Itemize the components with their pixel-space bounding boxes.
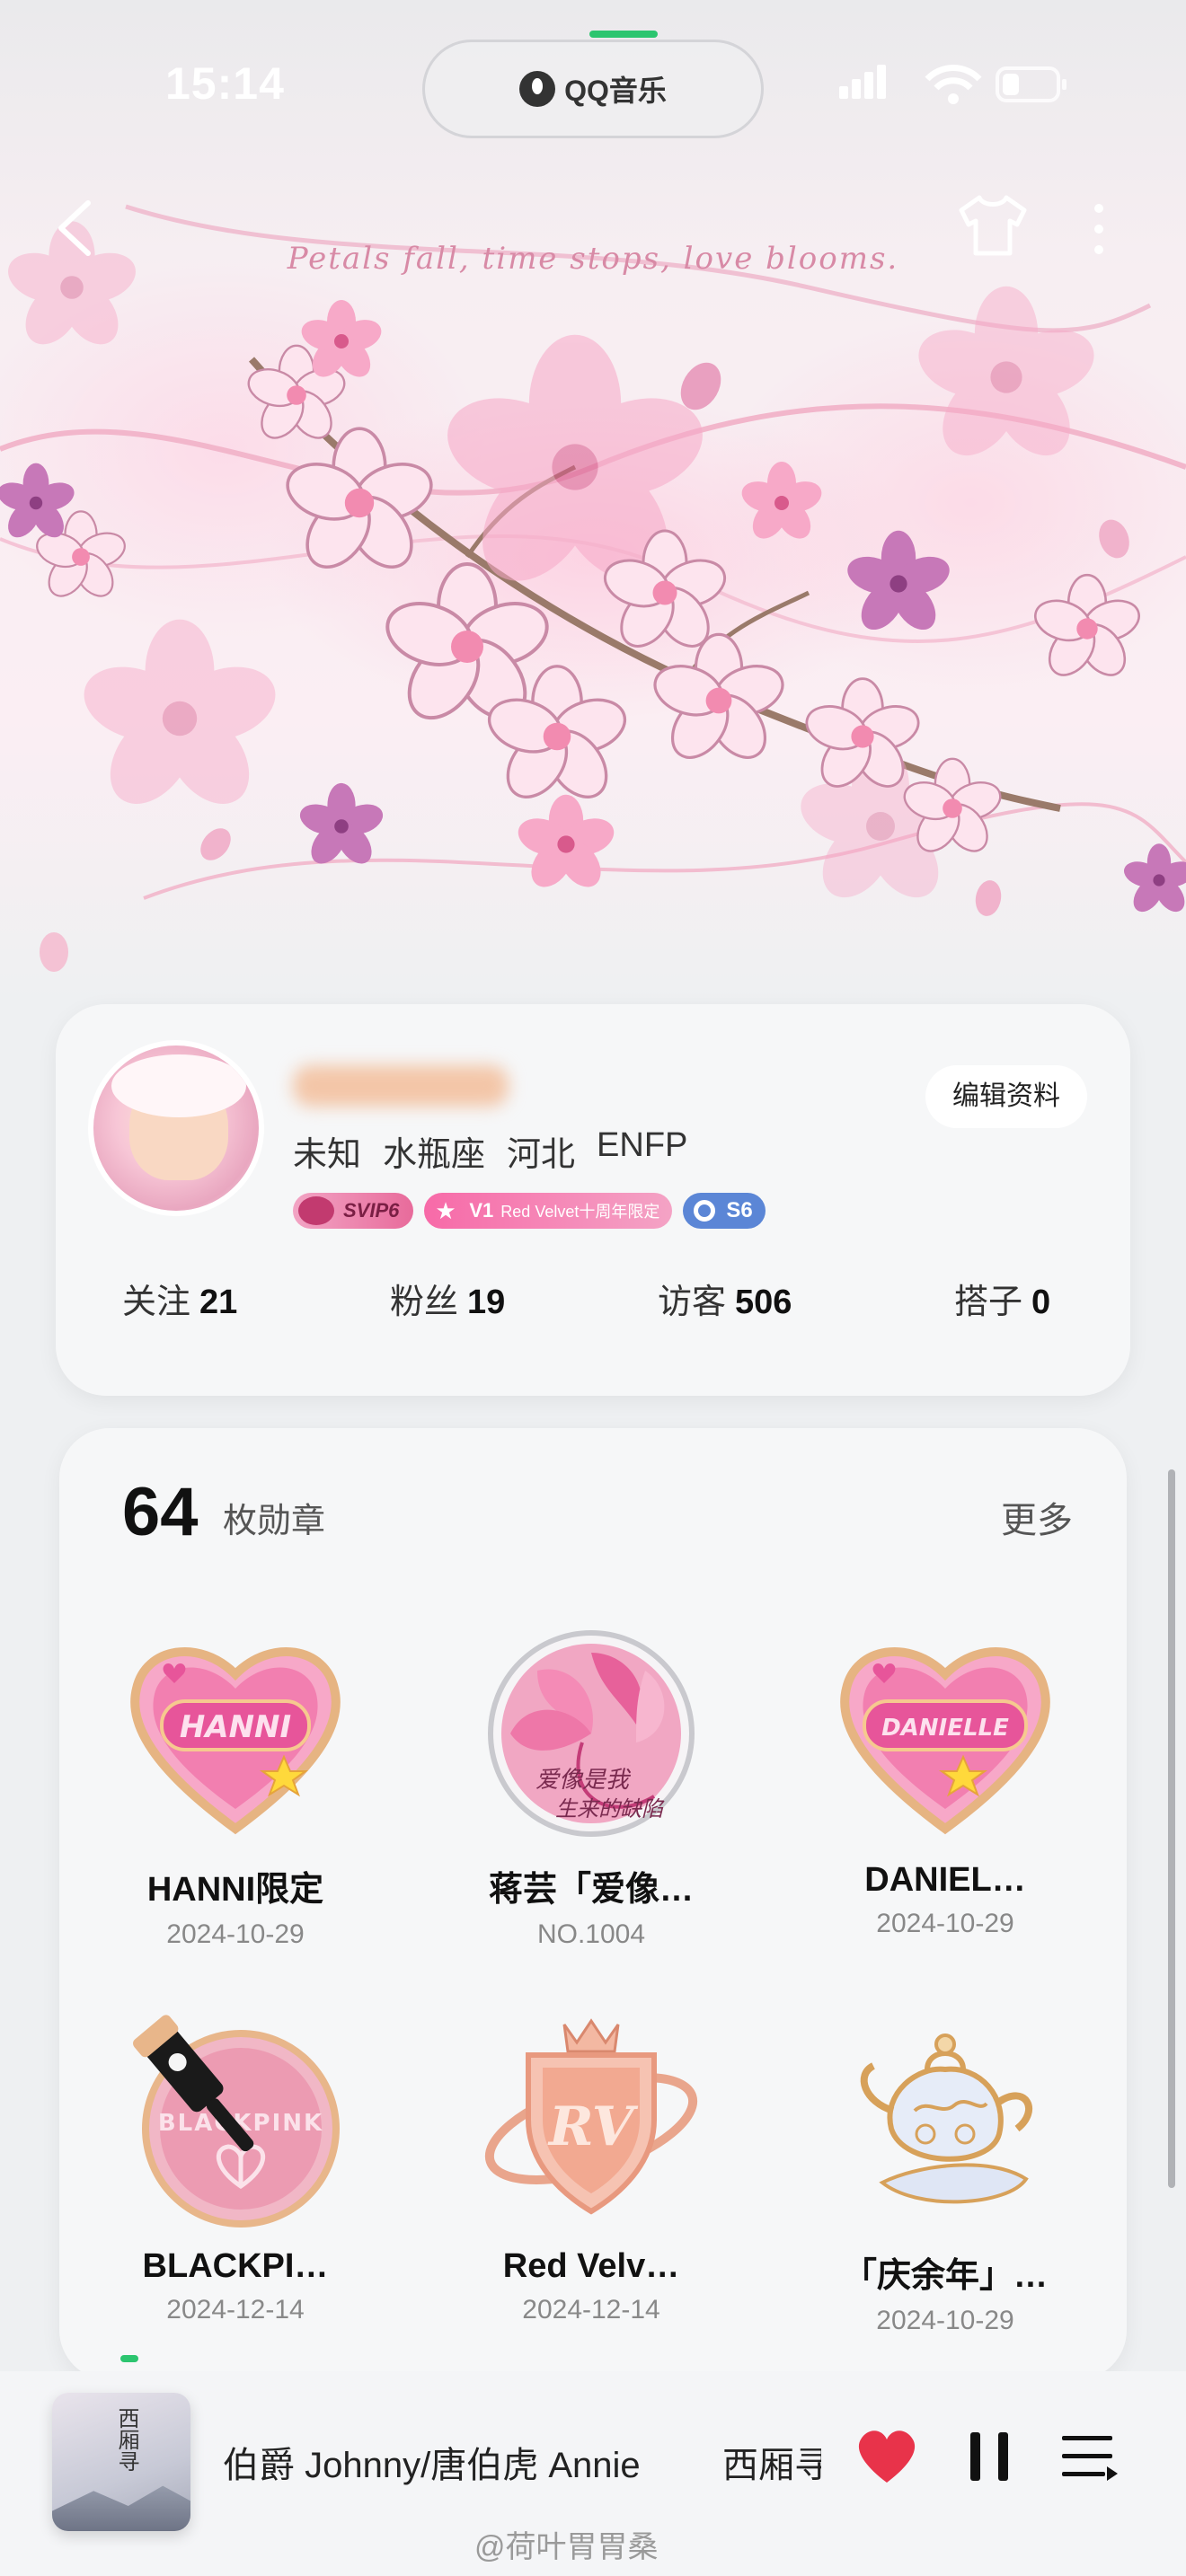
medal-card: 64 枚勋章 更多 HANNI HANNI限定 2024-10-29 爱像是我 … [59,1428,1127,2380]
danielle-heart-badge-icon: DANIELLE [840,1647,1050,1835]
fan-level-badge[interactable]: V1 Red Velvet十周年限定 [424,1193,673,1229]
medal-name: Red Velv… [502,2247,680,2285]
medal-count: 64 [122,1474,199,1550]
like-heart-icon[interactable] [855,2427,918,2486]
tag-zodiac: 水瓶座 [383,1136,486,1174]
theme-shirt-icon[interactable] [958,194,1028,257]
status-bar: 15:14 QQ音乐 [0,0,1186,180]
page-scrollbar[interactable] [1168,1469,1175,2188]
medal-date: 2024-10-29 [876,1909,1014,1938]
stat-visitors[interactable]: 访客 506 [658,1274,792,1323]
medals-more-link[interactable]: 更多 [1001,1491,1073,1543]
teapot-badge-icon [860,2033,1033,2204]
medal-date: 2024-10-29 [876,2306,1014,2335]
svg-text:HANNI: HANNI [180,1709,291,1745]
back-chevron-icon[interactable] [52,198,95,259]
tag-gender: 未知 [293,1136,362,1174]
profile-tags: 未知 水瓶座 河北 ENFP [293,1126,687,1176]
island-label: QQ音乐 [564,75,667,107]
medal-name: BLACKPI… [142,2247,329,2285]
tag-region: 河北 [507,1136,576,1174]
pause-icon[interactable] [969,2430,1010,2483]
stat-value: 0 [1031,1284,1051,1321]
stat-fans[interactable]: 粉丝 19 [390,1274,505,1323]
status-time: 15:14 [165,58,285,109]
system-status-icons [839,65,1067,104]
edit-profile-button[interactable]: 编辑资料 [925,1065,1087,1128]
fan-level-text: Red Velvet十周年限定 [500,1203,660,1221]
album-art-title: 西厢寻 [114,2407,139,2472]
svg-text:DANIELLE: DANIELLE [881,1715,1009,1742]
medal-name: HANNI限定 [146,1871,324,1909]
player-progress-indicator [120,2355,138,2362]
blackpink-badge-icon: BLACKPINK [133,2015,340,2228]
stat-label: 访客 [658,1284,727,1321]
more-vertical-icon[interactable] [1083,199,1115,259]
fan-level-value: V1 [469,1199,494,1222]
song-title-text: 西厢寻 [722,2446,821,2485]
username-blurred [293,1065,509,1107]
svg-text:爱像是我: 爱像是我 [535,1767,632,1794]
stat-label: 搭子 [954,1284,1023,1321]
weibo-watermark: @荷叶胃胃桑 [474,2530,659,2564]
medal-name: 「庆余年」… [842,2257,1048,2295]
profile-card: 编辑资料 未知 水瓶座 河北 ENFP SVIP6 V1 Red Velvet十周… [56,1004,1130,1396]
tag-mbti: ENFP [597,1126,688,1164]
medal-item[interactable]: HANNI HANNI限定 2024-10-29 [101,1617,370,1950]
medal-item[interactable]: 爱像是我 生来的缺陷 蒋芸「爱像… NO.1004 [456,1617,726,1950]
svg-text:生来的缺陷: 生来的缺陷 [555,1796,665,1822]
medal-date: 2024-12-14 [166,2295,305,2325]
hanni-heart-badge-icon: HANNI [130,1647,341,1835]
medal-item[interactable]: BLACKPINK BLACKPI… 2024-12-14 [101,2003,370,2325]
song-artist-text: 伯爵 Johnny/唐伯虎 Annie [223,2446,641,2485]
vip-badges: SVIP6 V1 Red Velvet十周年限定 S6 [293,1193,766,1229]
stat-value: 19 [467,1284,506,1321]
svip-badge[interactable]: SVIP6 [293,1193,414,1229]
profile-stats: 关注 21 粉丝 19 访客 506 搭子 0 [56,1274,1130,1328]
medal-date: 2024-10-29 [166,1919,305,1949]
stat-value: 506 [735,1284,792,1321]
medal-name: 蒋芸「爱像… [488,1871,694,1909]
pink-flower-badge-icon: 爱像是我 生来的缺陷 [488,1630,695,1837]
stat-value: 21 [199,1284,238,1321]
medal-date: NO.1004 [536,1919,646,1949]
wifi-icon [925,65,982,104]
medal-item[interactable]: DANIELLE DANIEL… 2024-10-29 [810,1617,1080,1939]
stat-label: 关注 [122,1284,191,1321]
medal-item[interactable]: RV Red Velv… 2024-12-14 [456,2003,726,2325]
season-badge[interactable]: S6 [683,1193,766,1229]
medal-date: 2024-12-14 [522,2295,660,2325]
qq-music-logo-icon [519,71,556,107]
red-velvet-shield-badge-icon: RV [484,2018,698,2215]
avatar[interactable] [88,1040,264,1216]
medal-unit-label: 枚勋章 [223,1503,326,1540]
svg-text:RV: RV [547,2095,639,2158]
signal-icon [839,65,886,99]
stat-partners[interactable]: 搭子 0 [954,1274,1050,1323]
album-art[interactable]: 西厢寻 [52,2393,190,2531]
stat-following[interactable]: 关注 21 [122,1274,237,1323]
battery-icon [996,66,1067,102]
playlist-queue-icon[interactable] [1060,2432,1120,2483]
island-indicator [589,31,658,38]
medal-item[interactable]: 「庆余年」… 2024-10-29 [810,2003,1080,2336]
medal-name: DANIEL… [864,1861,1026,1899]
dynamic-island-now-playing[interactable]: QQ音乐 [422,40,764,138]
stat-label: 粉丝 [390,1284,459,1321]
